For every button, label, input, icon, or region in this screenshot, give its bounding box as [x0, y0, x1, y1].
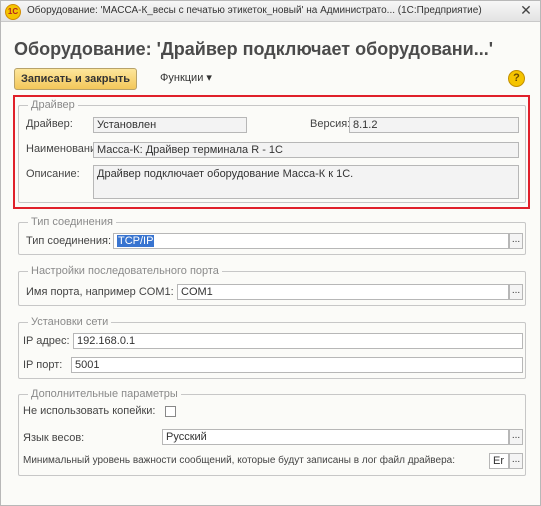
log-level-choose-button[interactable]: ... — [509, 453, 523, 469]
network-group-legend: Установки сети — [28, 316, 112, 328]
form-title: Оборудование: 'Драйвер подключает оборуд… — [14, 39, 494, 59]
serial-port-group-legend: Настройки последовательного порта — [28, 265, 222, 277]
close-icon[interactable]: ✕ — [518, 2, 534, 19]
1c-app-icon: 1С — [5, 4, 21, 20]
log-level-label: Минимальный уровень важности сообщений, … — [23, 455, 455, 466]
scale-language-input[interactable]: Русский — [162, 429, 509, 445]
no-kopecks-label: Не использовать копейки: — [23, 405, 156, 417]
connection-type-label: Тип соединения: — [26, 235, 111, 247]
form-toolbar: Записать и закрыть Функции ▾ ? — [14, 68, 529, 90]
driver-highlight-frame — [13, 95, 530, 209]
log-level-input[interactable]: Er — [489, 453, 509, 469]
save-and-close-button[interactable]: Записать и закрыть — [14, 68, 138, 90]
extra-params-group-legend: Дополнительные параметры — [28, 388, 181, 400]
connection-type-choose-button[interactable]: ... — [509, 233, 523, 249]
equipment-window: 1С Оборудование: 'МАССА-К_весы с печатью… — [0, 0, 541, 506]
help-icon[interactable]: ? — [508, 70, 525, 87]
title-bar: 1С Оборудование: 'МАССА-К_весы с печатью… — [1, 1, 540, 22]
connection-group: Тип соединения Тип соединения: TCP/IP ..… — [18, 216, 526, 255]
connection-type-field[interactable]: TCP/IP — [113, 233, 509, 249]
network-group: Установки сети IP адрес: 192.168.0.1 IP … — [18, 316, 526, 379]
scale-language-choose-button[interactable]: ... — [509, 429, 523, 445]
connection-type-value: TCP/IP — [117, 235, 155, 247]
functions-menu-button[interactable]: Функции ▾ — [160, 71, 212, 84]
no-kopecks-checkbox[interactable] — [165, 406, 176, 417]
ip-address-label: IP адрес: — [23, 335, 70, 347]
ip-port-input[interactable]: 5001 — [71, 357, 523, 373]
port-name-label: Имя порта, например COM1: — [26, 286, 174, 298]
extra-params-group: Дополнительные параметры Не использовать… — [18, 388, 526, 476]
window-title: Оборудование: 'МАССА-К_весы с печатью эт… — [27, 5, 482, 16]
ip-port-label: IP порт: — [23, 359, 63, 371]
ip-address-input[interactable]: 192.168.0.1 — [73, 333, 523, 349]
scale-language-label: Язык весов: — [23, 432, 85, 444]
connection-group-legend: Тип соединения — [28, 216, 116, 228]
serial-port-group: Настройки последовательного порта Имя по… — [18, 265, 526, 306]
port-name-input[interactable]: COM1 — [177, 284, 509, 300]
port-name-choose-button[interactable]: ... — [509, 284, 523, 300]
